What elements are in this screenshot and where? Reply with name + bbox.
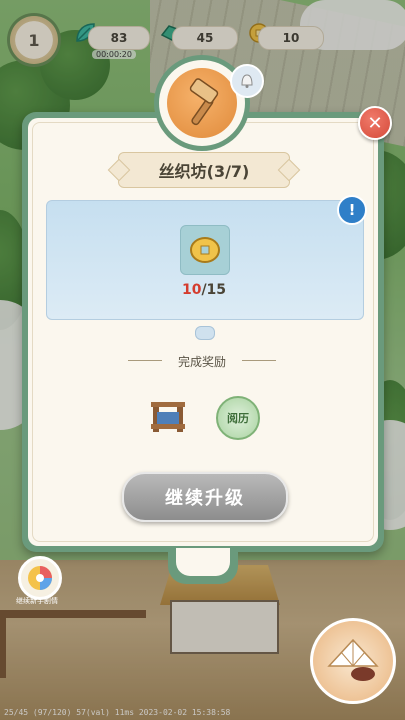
dialog-title: 丝织坊(3/7): [118, 152, 290, 188]
requirement-progress: 10/15: [150, 282, 258, 298]
page-indicator-dot: [195, 326, 215, 340]
continue-upgrade-button[interactable]: 继续升级: [122, 472, 288, 522]
requirement-total: /15: [201, 282, 227, 298]
color-wheel-icon: [28, 566, 52, 590]
info-icon: !: [348, 201, 356, 219]
tutorial-badge[interactable]: [18, 556, 62, 600]
reward-header: 完成奖励: [122, 353, 282, 370]
coin-icon: [190, 237, 220, 263]
loom-icon[interactable]: [146, 393, 190, 437]
continue-upgrade-label: 继续升级: [165, 488, 245, 509]
info-button[interactable]: !: [337, 195, 367, 225]
close-button[interactable]: ✕: [358, 106, 392, 140]
fan-icon: [327, 638, 379, 681]
tutorial-badge-label: 继续新手剧情: [16, 597, 58, 605]
requirement-item-slot[interactable]: [180, 225, 230, 275]
reward-header-text: 完成奖励: [177, 355, 226, 369]
dialog-title-text: 丝织坊(3/7): [158, 162, 250, 181]
requirement-current: 10: [181, 282, 202, 298]
hammer-icon: [167, 68, 237, 138]
experience-label: 阅历: [227, 412, 249, 425]
bell-icon[interactable]: [230, 64, 264, 98]
divider: [242, 360, 276, 361]
divider: [128, 360, 162, 361]
experience-reward[interactable]: 阅历: [216, 396, 260, 440]
fan-menu-button[interactable]: [310, 618, 396, 704]
close-icon: ✕: [367, 112, 383, 134]
dialog-bottom-tab: [168, 548, 238, 584]
